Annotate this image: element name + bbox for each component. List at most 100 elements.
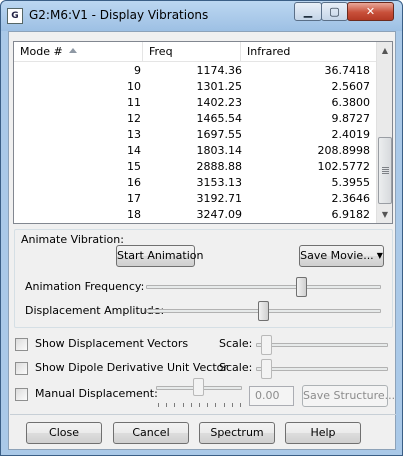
table-row[interactable]: 12 1465.54 9.8727 (14, 111, 376, 127)
start-animation-button[interactable]: Start Animation (116, 245, 203, 267)
animation-frequency-slider[interactable] (296, 277, 308, 297)
thumb-grip-line (382, 169, 389, 170)
slider-tick (215, 403, 217, 407)
spectrum-button-label: Spectrum (210, 426, 264, 439)
close-window-button[interactable]: ✕ (347, 2, 394, 21)
vectors-scale-slider[interactable] (261, 335, 272, 355)
cell-ir: 6.3800 (331, 96, 371, 109)
vectors-scale-track[interactable] (256, 343, 388, 347)
dipole-scale-track[interactable] (256, 367, 388, 371)
table-row[interactable]: 15 2888.88 102.5772 (14, 159, 376, 175)
vibrations-list[interactable]: Mode # Freq Infrared 9 1174.36 36.7418 10 13… (13, 41, 393, 224)
save-structure-button[interactable]: Save Structure... (302, 385, 395, 407)
close-icon: ✕ (365, 5, 376, 18)
cell-mode: 10 (127, 80, 141, 93)
cell-freq: 1465.54 (196, 112, 243, 125)
manual-displacement-input[interactable]: 0.00 (249, 386, 294, 406)
scroll-down-button[interactable]: ▼ (377, 206, 392, 223)
cell-freq: 3153.13 (196, 176, 243, 189)
cancel-button-label: Cancel (132, 426, 170, 439)
cell-ir: 2.5607 (331, 80, 371, 93)
manual-displacement-checkbox[interactable] (15, 388, 28, 401)
cell-ir: 9.8727 (331, 112, 371, 125)
column-header-infrared[interactable]: Infrared (241, 42, 376, 62)
animation-frequency-track[interactable] (146, 285, 381, 289)
help-button[interactable]: Help (285, 422, 361, 444)
animation-frequency-label: Animation Frequency: (25, 280, 145, 293)
table-row[interactable]: 14 1803.14 208.8998 (14, 143, 376, 159)
manual-displacement-slider[interactable] (193, 378, 204, 396)
manual-displacement-ticks (158, 403, 242, 408)
maximize-icon: ▢ (329, 5, 340, 18)
cell-mode: 15 (127, 160, 141, 173)
cell-freq: 1174.36 (196, 64, 243, 77)
start-animation-label: Start Animation (117, 249, 204, 262)
slider-tick (223, 403, 225, 407)
cell-mode: 12 (127, 112, 141, 125)
maximize-button[interactable]: ▢ (321, 2, 348, 21)
save-movie-button[interactable]: Save Movie... ▼ (299, 245, 384, 267)
dipole-scale-slider[interactable] (261, 359, 272, 379)
table-row[interactable]: 17 3192.71 2.3646 (14, 191, 376, 207)
dipole-scale-label: Scale: (219, 361, 253, 374)
slider-tick (207, 403, 209, 407)
table-row[interactable]: 10 1301.25 2.5607 (14, 79, 376, 95)
cell-ir: 2.4019 (331, 128, 371, 141)
save-movie-label: Save Movie... (300, 249, 374, 262)
cell-freq: 3247.09 (196, 208, 243, 221)
minimize-button[interactable]: ▁ (294, 2, 322, 21)
title-bar[interactable]: G G2:M6:V1 - Display Vibrations ▁ ▢ ✕ (1, 1, 402, 31)
slider-tick (166, 403, 168, 407)
table-row[interactable]: 18 3247.09 6.9182 (14, 207, 376, 223)
cell-mode: 11 (127, 96, 141, 109)
sort-ascending-icon (69, 48, 77, 53)
cell-ir: 6.9182 (331, 208, 371, 221)
thumb-grip-line (382, 173, 389, 174)
close-button-label: Close (49, 426, 79, 439)
animate-vibration-label: Animate Vibration: (21, 233, 124, 246)
scroll-up-button[interactable]: ▲ (377, 42, 392, 59)
cancel-button[interactable]: Cancel (113, 422, 189, 444)
scroll-up-icon: ▲ (381, 46, 389, 55)
list-scrollbar[interactable]: ▲ ▼ (376, 42, 392, 223)
cell-freq: 3192.71 (196, 192, 243, 205)
list-header: Mode # Freq Infrared (14, 42, 376, 62)
cell-ir: 36.7418 (324, 64, 371, 77)
minimize-icon: ▁ (303, 5, 313, 18)
cell-freq: 1697.55 (196, 128, 243, 141)
cell-ir: 208.8998 (317, 144, 371, 157)
table-row[interactable]: 11 1402.23 6.3800 (14, 95, 376, 111)
table-row[interactable]: 16 3153.13 5.3955 (14, 175, 376, 191)
column-header-mode[interactable]: Mode # (14, 42, 143, 62)
cell-ir: 2.3646 (331, 192, 371, 205)
cell-freq: 1803.14 (196, 144, 243, 157)
cell-mode: 17 (127, 192, 141, 205)
cell-mode: 14 (127, 144, 141, 157)
cell-mode: 9 (134, 64, 141, 77)
app-icon[interactable]: G (7, 8, 23, 24)
scroll-down-icon: ▼ (381, 210, 389, 219)
show-displacement-vectors-label: Show Displacement Vectors (35, 337, 189, 350)
slider-tick (240, 403, 241, 407)
table-row[interactable]: 9 1174.36 36.7418 (14, 63, 376, 79)
column-header-freq[interactable]: Freq (143, 42, 241, 62)
table-row[interactable]: 13 1697.55 2.4019 (14, 127, 376, 143)
scroll-thumb[interactable] (378, 137, 392, 204)
show-dipole-derivative-checkbox[interactable] (15, 362, 28, 375)
slider-tick (199, 403, 200, 407)
column-header-mode-label: Mode # (20, 45, 63, 58)
cell-mode: 16 (127, 176, 141, 189)
cell-freq: 1402.23 (196, 96, 243, 109)
show-displacement-vectors-checkbox[interactable] (15, 338, 28, 351)
cell-ir: 5.3955 (331, 176, 371, 189)
column-header-infrared-label: Infrared (247, 45, 291, 58)
cell-freq: 2888.88 (196, 160, 243, 173)
footer-divider (10, 414, 396, 415)
close-button[interactable]: Close (26, 422, 102, 444)
spectrum-button[interactable]: Spectrum (199, 422, 275, 444)
help-button-label: Help (310, 426, 336, 439)
dialog-body: Mode # Freq Infrared 9 1174.36 36.7418 10 13… (8, 31, 396, 450)
displacement-amplitude-slider[interactable] (258, 301, 269, 321)
slider-tick (158, 403, 159, 407)
save-structure-label: Save Structure... (303, 389, 396, 402)
